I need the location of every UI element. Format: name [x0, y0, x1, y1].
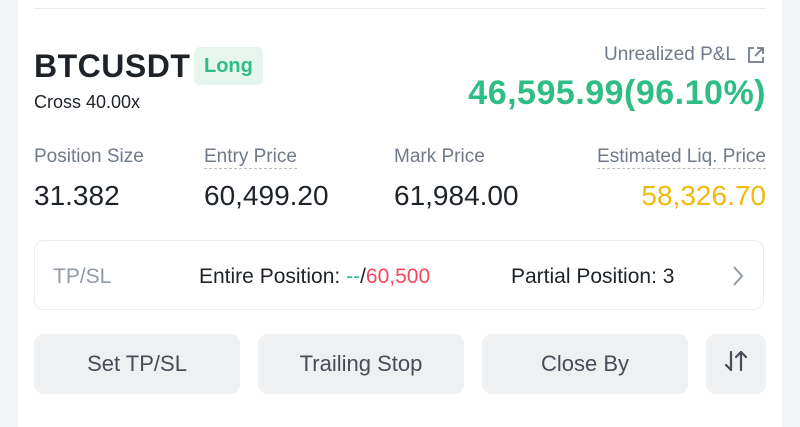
external-link-icon[interactable] [746, 45, 766, 65]
symbol-name[interactable]: BTCUSDT [34, 48, 190, 85]
unrealized-pnl-label: Unrealized P&L [603, 44, 736, 65]
tpsl-label: TP/SL [53, 265, 112, 288]
chevron-right-icon[interactable] [731, 263, 745, 289]
entry-price-value: 60,499.20 [204, 180, 329, 211]
entire-position-label: Entire Position: [199, 265, 347, 288]
take-profit-value: -- [346, 265, 361, 288]
unrealized-pnl-header: Unrealized P&L [604, 44, 766, 66]
divider [34, 8, 766, 9]
reverse-position-button[interactable] [706, 334, 766, 394]
mark-price-value: 61,984.00 [394, 180, 519, 211]
margin-mode-leverage[interactable]: Cross 40.00x [34, 92, 140, 113]
entry-price-label[interactable]: Entry Price [204, 146, 297, 169]
mark-price-label: Mark Price [394, 146, 485, 167]
position-size-label: Position Size [34, 146, 144, 167]
trailing-stop-button[interactable]: Trailing Stop [258, 334, 464, 394]
set-tpsl-button[interactable]: Set TP/SL [34, 334, 240, 394]
stop-loss-value: 60,500 [365, 265, 431, 288]
liq-price-value: 58,326.70 [641, 180, 766, 211]
position-card: BTCUSDT Long Cross 40.00x Unrealized P&L… [18, 0, 782, 427]
side-badge: Long [194, 47, 263, 85]
position-size-value: 31.382 [34, 180, 120, 211]
entry-price-label-text: Entry Price [204, 146, 297, 169]
close-by-button[interactable]: Close By [482, 334, 688, 394]
swap-vertical-icon [723, 348, 749, 380]
partial-position-count: Partial Position: 3 [511, 265, 675, 288]
tpsl-row[interactable]: TP/SL Entire Position: --/60,500 Partial… [34, 240, 764, 310]
liq-price-label-text: Estimated Liq. Price [597, 146, 766, 169]
unrealized-pnl-value: 46,595.99(96.10%) [468, 74, 766, 112]
entire-position-tpsl: Entire Position: --/60,500 [199, 265, 430, 289]
liq-price-label[interactable]: Estimated Liq. Price [597, 146, 766, 169]
